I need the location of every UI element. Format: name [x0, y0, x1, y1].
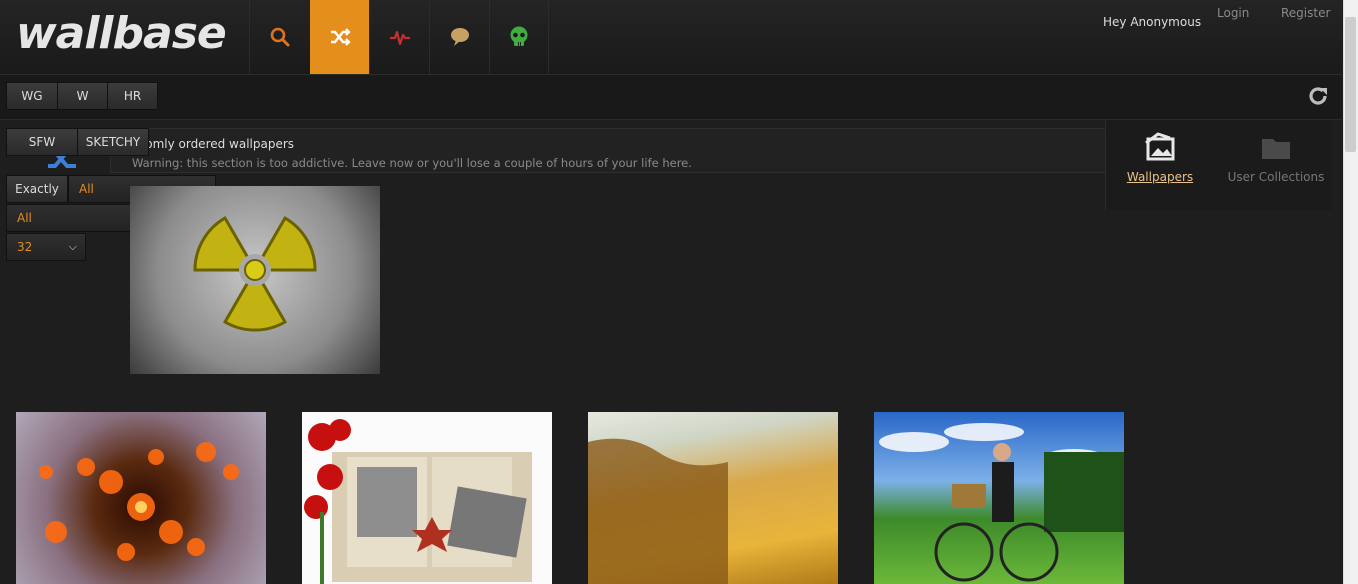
- nav-forum-button[interactable]: [429, 0, 489, 74]
- nav-toplist-button[interactable]: [369, 0, 429, 74]
- wallpaper-thumbnail-radiation[interactable]: [130, 186, 380, 374]
- magnifier-icon: [270, 27, 289, 47]
- pulse-icon: [389, 30, 410, 46]
- nav-nsfw-button[interactable]: [489, 0, 549, 74]
- speech-bubble-icon: [450, 28, 469, 46]
- info-title: ndomly ordered wallpapers: [130, 137, 295, 151]
- category-hr-button[interactable]: HR: [107, 82, 158, 110]
- purity-sketchy-button[interactable]: SKETCHY: [77, 128, 149, 156]
- nav-random-button[interactable]: [310, 0, 369, 74]
- skull-icon: [510, 26, 528, 46]
- user-greeting: Hey Anonymous: [1103, 15, 1202, 29]
- per-page-select[interactable]: 32 ⌵: [6, 233, 86, 261]
- per-page-select-value: 32: [17, 240, 33, 254]
- wallbase-logo[interactable]: wallbase: [16, 12, 227, 56]
- info-warning: Warning: this section is too addictive. …: [132, 156, 692, 170]
- login-link[interactable]: Login: [1217, 6, 1249, 20]
- wallpaper-thumbnail-sand[interactable]: [588, 412, 838, 584]
- bicycle-image: [879, 423, 1124, 582]
- shuffle-icon: [330, 28, 351, 46]
- wallpaper-thumbnail-fractal[interactable]: [16, 412, 266, 584]
- tab-user-collections-label: User Collections: [1227, 170, 1325, 184]
- album-image: [304, 419, 532, 584]
- register-link[interactable]: Register: [1281, 6, 1330, 20]
- category-wg-button[interactable]: WG: [6, 82, 58, 110]
- fractal-image: [39, 442, 239, 561]
- resolution-select-value: All: [79, 182, 94, 196]
- picture-icon: [1145, 132, 1175, 161]
- purity-sfw-button[interactable]: SFW: [6, 128, 78, 156]
- nav-search-button[interactable]: [249, 0, 309, 74]
- scrollbar-thumb[interactable]: [1345, 17, 1356, 152]
- refresh-icon[interactable]: [1306, 84, 1330, 108]
- filter-bar: [0, 75, 1342, 120]
- tab-wallpapers-label: Wallpapers: [1126, 170, 1194, 184]
- wallpaper-thumbnail-album[interactable]: [302, 412, 552, 584]
- chevron-down-icon: ⌵: [68, 240, 77, 253]
- match-mode-button[interactable]: Exactly: [6, 175, 68, 203]
- tab-user-collections[interactable]: User Collections: [1222, 120, 1330, 210]
- folder-icon: [1262, 139, 1290, 159]
- tab-wallpapers[interactable]: Wallpapers: [1106, 120, 1214, 210]
- aspect-ratio-select-value: All: [17, 211, 32, 225]
- wallpaper-thumbnail-bicycle[interactable]: [874, 412, 1124, 584]
- radiation-icon: [193, 215, 317, 332]
- category-w-button[interactable]: W: [57, 82, 108, 110]
- sand-image: [588, 438, 728, 584]
